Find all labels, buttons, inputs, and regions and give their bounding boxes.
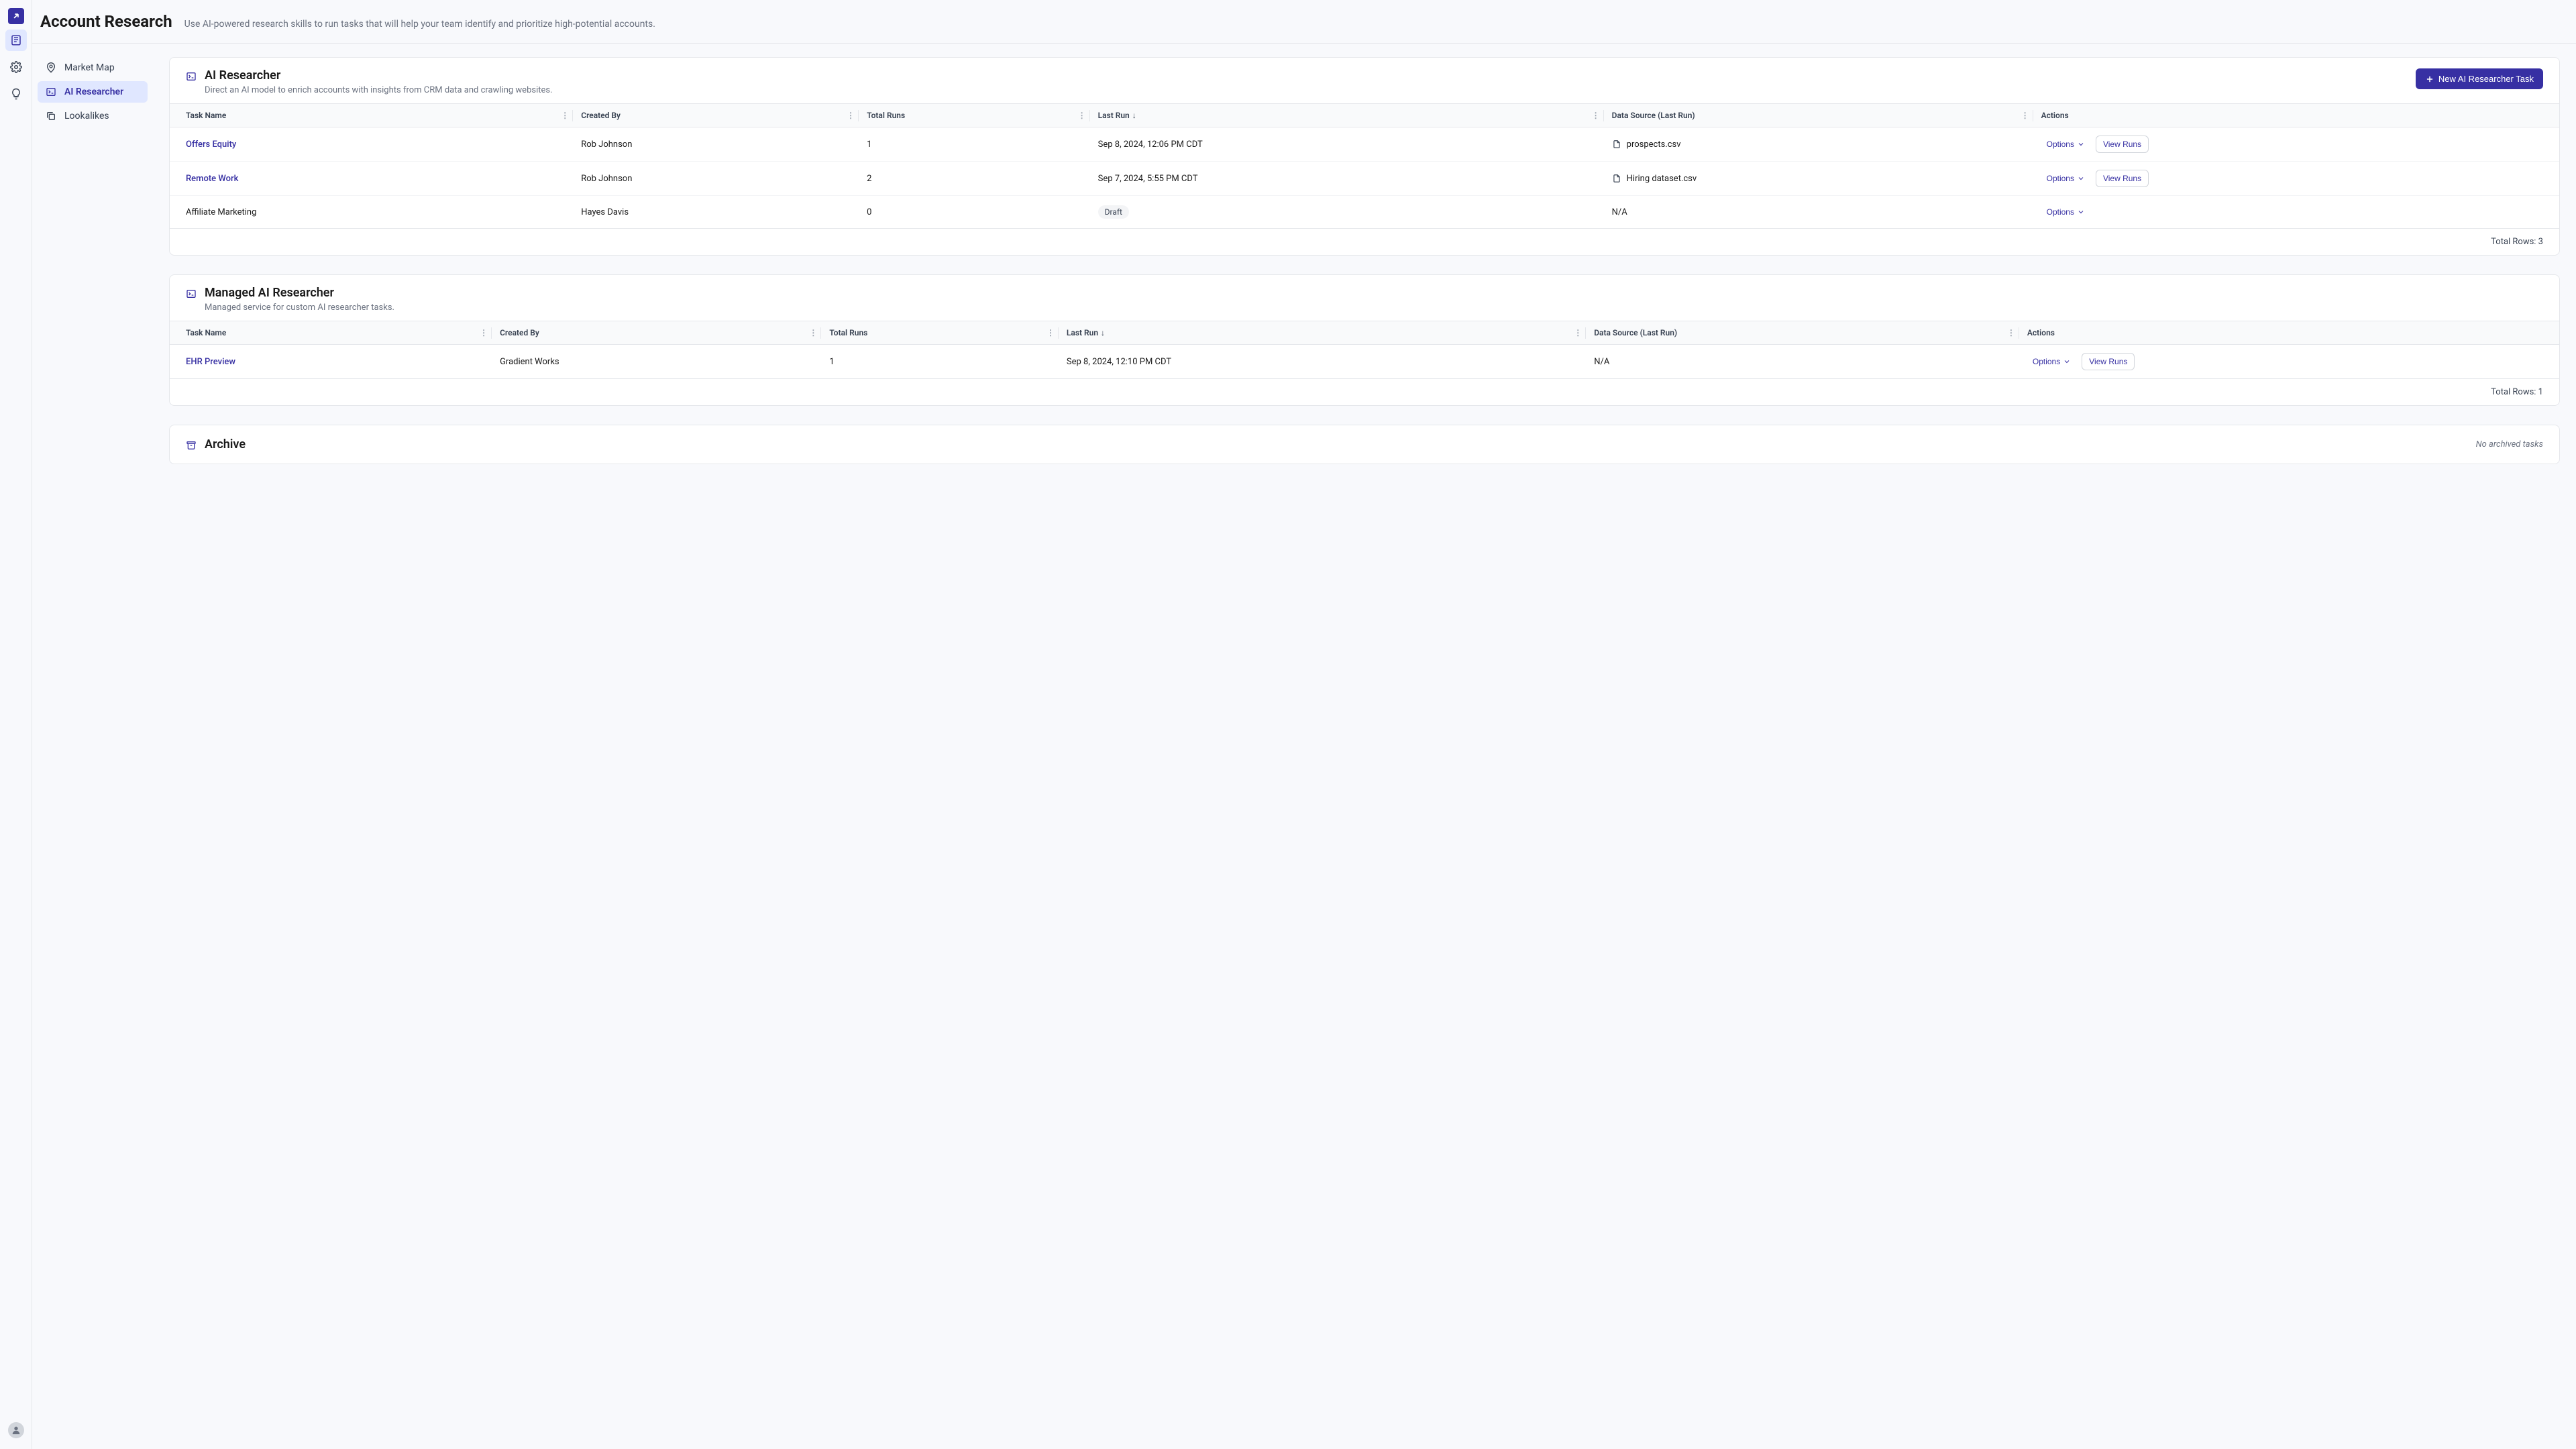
- created-by-cell: Hayes Davis: [573, 196, 859, 229]
- table-row: Affiliate Marketing Hayes Davis0 Draft N/A O…: [170, 196, 2559, 229]
- new-ai-researcher-task-button[interactable]: New AI Researcher Task: [2416, 68, 2543, 89]
- card-subtitle: Managed service for custom AI researcher…: [205, 303, 394, 313]
- page-header: Account Research Use AI-powered research…: [32, 0, 2576, 44]
- total-runs-cell: 1: [859, 127, 1089, 162]
- sidebar-item-label: Market Map: [64, 62, 115, 73]
- column-menu-icon[interactable]: ⋮: [809, 328, 817, 337]
- archive-icon: [186, 440, 197, 451]
- task-link[interactable]: Remote Work: [186, 174, 238, 184]
- options-button[interactable]: Options: [2041, 170, 2090, 186]
- data-source-cell: N/A: [1586, 345, 2019, 379]
- column-menu-icon[interactable]: ⋮: [561, 111, 569, 120]
- data-source-cell: Hiring dataset.csv: [1604, 162, 2033, 196]
- table-row: Remote Work Rob Johnson2Sep 7, 2024, 5:55…: [170, 162, 2559, 196]
- file-icon: [1612, 174, 1621, 183]
- sidebar-item-label: AI Researcher: [64, 87, 123, 97]
- column-menu-icon[interactable]: ⋮: [480, 328, 488, 337]
- column-actions: Actions: [2019, 321, 2559, 345]
- ai-researcher-table: Task Name⋮ Created By⋮ Total Runs⋮ Last …: [170, 103, 2559, 228]
- last-run-cell: Sep 8, 2024, 12:10 PM CDT: [1059, 345, 1586, 379]
- column-menu-icon[interactable]: ⋮: [1592, 111, 1600, 120]
- column-created-by[interactable]: Created By⋮: [492, 321, 821, 345]
- sidebar-item-lookalikes[interactable]: Lookalikes: [38, 105, 148, 127]
- rail-lightbulb-icon[interactable]: [5, 83, 27, 105]
- column-menu-icon[interactable]: ⋮: [2021, 111, 2029, 120]
- table-footer: Total Rows: 1: [170, 378, 2559, 405]
- column-data-source[interactable]: Data Source (Last Run)⋮: [1604, 104, 2033, 127]
- created-by-cell: Rob Johnson: [573, 127, 859, 162]
- chevron-down-icon: [2077, 174, 2085, 182]
- page-title: Account Research: [40, 12, 172, 31]
- pin-icon: [46, 62, 56, 73]
- column-total-runs[interactable]: Total Runs⋮: [859, 104, 1089, 127]
- chevron-down-icon: [2077, 208, 2085, 216]
- data-source-cell: prospects.csv: [1604, 127, 2033, 162]
- view-runs-button[interactable]: View Runs: [2096, 136, 2149, 153]
- sidebar-item-market-map[interactable]: Market Map: [38, 57, 148, 78]
- options-button[interactable]: Options: [2041, 136, 2090, 152]
- column-total-runs[interactable]: Total Runs⋮: [821, 321, 1059, 345]
- task-name: Affiliate Marketing: [186, 207, 256, 217]
- column-created-by[interactable]: Created By⋮: [573, 104, 859, 127]
- table-row: Offers Equity Rob Johnson1Sep 8, 2024, 12…: [170, 127, 2559, 162]
- column-menu-icon[interactable]: ⋮: [1078, 111, 1086, 120]
- table-footer: Total Rows: 3: [170, 228, 2559, 255]
- options-button[interactable]: Options: [2041, 204, 2090, 220]
- card-title: Archive: [205, 437, 246, 451]
- file-icon: [1612, 140, 1621, 149]
- user-avatar[interactable]: [8, 1422, 24, 1438]
- managed-table: Task Name⋮ Created By⋮ Total Runs⋮ Last …: [170, 321, 2559, 378]
- options-button[interactable]: Options: [2027, 354, 2076, 370]
- sidebar-item-label: Lookalikes: [64, 111, 109, 121]
- archive-empty-text: No archived tasks: [2476, 439, 2543, 449]
- column-menu-icon[interactable]: ⋮: [1046, 328, 1055, 337]
- page-subtitle: Use AI-powered research skills to run ta…: [184, 19, 655, 30]
- last-run-cell: Sep 8, 2024, 12:06 PM CDT: [1090, 127, 1604, 162]
- column-task-name[interactable]: Task Name⋮: [170, 321, 492, 345]
- column-last-run[interactable]: Last Run↓⋮: [1059, 321, 1586, 345]
- column-menu-icon[interactable]: ⋮: [847, 111, 855, 120]
- view-runs-button[interactable]: View Runs: [2082, 353, 2135, 370]
- chevron-down-icon: [2077, 140, 2085, 148]
- rail-research-icon[interactable]: [5, 30, 27, 51]
- card-title: AI Researcher: [205, 68, 553, 83]
- icon-rail: [0, 0, 32, 1449]
- created-by-cell: Gradient Works: [492, 345, 821, 379]
- terminal-icon: [46, 87, 56, 97]
- ai-researcher-card: AI Researcher Direct an AI model to enri…: [169, 57, 2560, 256]
- last-run-cell: Draft: [1090, 196, 1604, 229]
- plus-icon: [2425, 74, 2434, 84]
- created-by-cell: Rob Johnson: [573, 162, 859, 196]
- total-runs-cell: 0: [859, 196, 1089, 229]
- chevron-down-icon: [2063, 358, 2071, 366]
- card-subtitle: Direct an AI model to enrich accounts wi…: [205, 85, 553, 95]
- archive-card: Archive No archived tasks: [169, 425, 2560, 464]
- last-run-cell: Sep 7, 2024, 5:55 PM CDT: [1090, 162, 1604, 196]
- task-link[interactable]: EHR Preview: [186, 357, 235, 367]
- managed-ai-researcher-card: Managed AI Researcher Managed service fo…: [169, 274, 2560, 406]
- data-source-cell: N/A: [1604, 196, 2033, 229]
- table-row: EHR Preview Gradient Works1Sep 8, 2024, 1…: [170, 345, 2559, 379]
- sort-desc-icon: ↓: [1101, 328, 1105, 337]
- sort-desc-icon: ↓: [1132, 111, 1136, 120]
- column-menu-icon[interactable]: ⋮: [2007, 328, 2015, 337]
- total-runs-cell: 1: [821, 345, 1059, 379]
- terminal-icon: [186, 288, 197, 299]
- sidebar-item-ai-researcher[interactable]: AI Researcher: [38, 81, 148, 103]
- column-task-name[interactable]: Task Name⋮: [170, 104, 573, 127]
- draft-badge: Draft: [1098, 205, 1129, 219]
- total-runs-cell: 2: [859, 162, 1089, 196]
- column-menu-icon[interactable]: ⋮: [1574, 328, 1582, 337]
- column-last-run[interactable]: Last Run↓⋮: [1090, 104, 1604, 127]
- copy-icon: [46, 111, 56, 121]
- terminal-icon: [186, 71, 197, 82]
- task-link[interactable]: Offers Equity: [186, 140, 236, 150]
- sidebar: Market Map AI Researcher Lookalikes: [32, 44, 153, 1449]
- view-runs-button[interactable]: View Runs: [2096, 170, 2149, 187]
- rail-settings-icon[interactable]: [5, 56, 27, 78]
- card-title: Managed AI Researcher: [205, 286, 394, 300]
- app-logo[interactable]: [8, 8, 24, 24]
- column-data-source[interactable]: Data Source (Last Run)⋮: [1586, 321, 2019, 345]
- column-actions: Actions: [2033, 104, 2559, 127]
